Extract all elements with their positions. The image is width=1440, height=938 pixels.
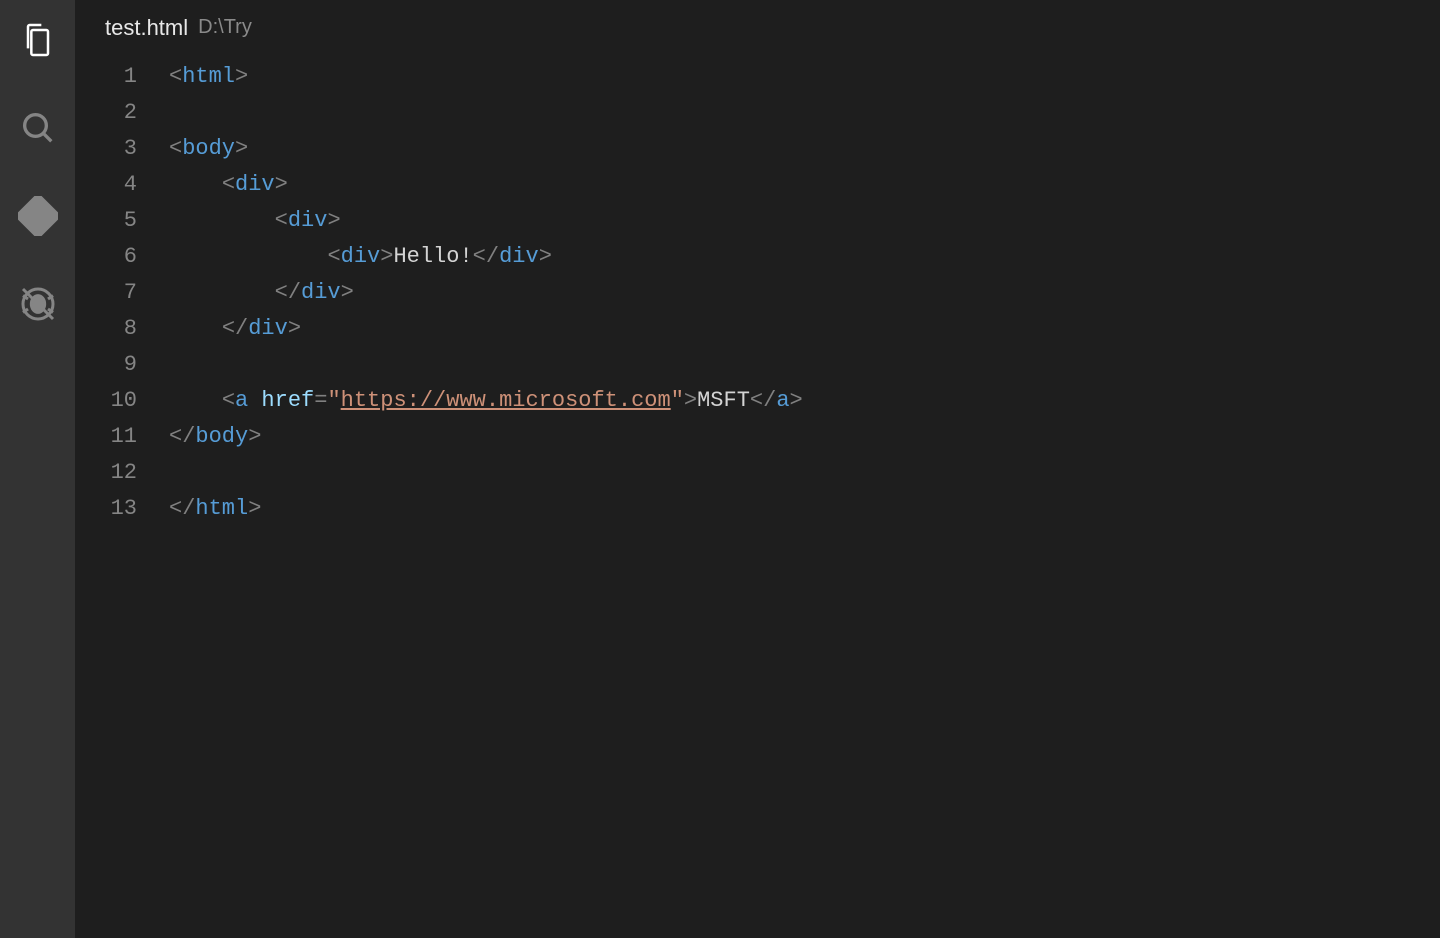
code-line[interactable]: <html>	[169, 59, 1440, 95]
code-line[interactable]	[169, 455, 1440, 491]
code-line[interactable]	[169, 347, 1440, 383]
code-line[interactable]: <a href="https://www.microsoft.com">MSFT…	[169, 383, 1440, 419]
line-number: 1	[75, 59, 137, 95]
code-line[interactable]: </body>	[169, 419, 1440, 455]
code-line[interactable]: </div>	[169, 275, 1440, 311]
debug-icon[interactable]	[18, 284, 58, 324]
activity-bar	[0, 0, 75, 938]
search-icon[interactable]	[18, 108, 58, 148]
code-line[interactable]: <div>	[169, 167, 1440, 203]
line-number: 3	[75, 131, 137, 167]
line-number: 11	[75, 419, 137, 455]
filename: test.html	[105, 15, 188, 41]
code-line[interactable]: <body>	[169, 131, 1440, 167]
open-file-header[interactable]: test.html D:\Try	[75, 0, 1440, 55]
scm-icon[interactable]	[18, 196, 58, 236]
editor: test.html D:\Try 12345678910111213 <html…	[75, 0, 1440, 938]
line-number: 4	[75, 167, 137, 203]
code-line[interactable]	[169, 95, 1440, 131]
line-number: 5	[75, 203, 137, 239]
line-number: 6	[75, 239, 137, 275]
line-number: 2	[75, 95, 137, 131]
line-number: 12	[75, 455, 137, 491]
line-number: 10	[75, 383, 137, 419]
code-editor[interactable]: 12345678910111213 <html><body> <div> <di…	[75, 55, 1440, 938]
code-line[interactable]: </div>	[169, 311, 1440, 347]
code-content[interactable]: <html> <body> <div> <div> <div>Hello!</di…	[169, 59, 1440, 938]
code-line[interactable]: <div>Hello!</div>	[169, 239, 1440, 275]
line-numbers: 12345678910111213	[75, 59, 169, 938]
code-line[interactable]: </html>	[169, 491, 1440, 527]
code-line[interactable]: <div>	[169, 203, 1440, 239]
line-number: 8	[75, 311, 137, 347]
line-number: 7	[75, 275, 137, 311]
line-number: 13	[75, 491, 137, 527]
files-icon[interactable]	[18, 20, 58, 60]
file-path: D:\Try	[198, 16, 252, 39]
line-number: 9	[75, 347, 137, 383]
